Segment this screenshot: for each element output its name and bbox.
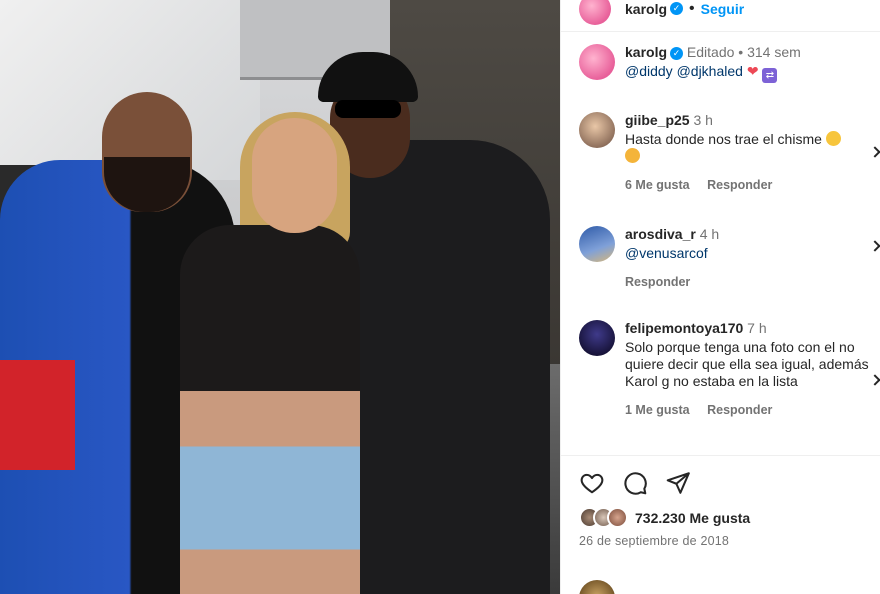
- caption: karolg ✓ Editado • 314 sem @diddy @djkhal…: [579, 44, 875, 83]
- comment-text: Solo porque tenga una foto con el no qui…: [625, 339, 869, 389]
- comment-item: giibe_p25 3 h Hasta donde nos trae el ch…: [579, 112, 880, 194]
- comment-time[interactable]: 7 h: [747, 320, 766, 336]
- comment-avatar[interactable]: [579, 320, 615, 356]
- comment-icon[interactable]: [622, 470, 648, 496]
- comment-username[interactable]: felipemontoya170: [625, 320, 743, 336]
- comment-likes[interactable]: 6 Me gusta: [625, 178, 690, 192]
- comment-likes[interactable]: 1 Me gusta: [625, 403, 690, 417]
- share-icon[interactable]: [665, 470, 691, 496]
- likes-count[interactable]: 732.230 Me gusta: [635, 510, 750, 526]
- follow-button[interactable]: Seguir: [701, 1, 745, 17]
- post-photo[interactable]: [0, 0, 560, 594]
- comment-avatar[interactable]: [579, 226, 615, 262]
- comment-avatar[interactable]: [579, 112, 615, 148]
- comment-time[interactable]: 4 h: [700, 226, 719, 242]
- heart-icon[interactable]: [579, 470, 605, 496]
- caption-username[interactable]: karolg: [625, 44, 667, 60]
- reply-button[interactable]: Responder: [625, 275, 690, 289]
- actions-divider: [561, 455, 880, 456]
- comment-item: arosdiva_r 4 h @venusarcof Responder: [579, 226, 880, 291]
- photo-person-center: [180, 225, 360, 594]
- verified-badge-icon: ✓: [670, 47, 684, 60]
- photo-person-left-head: [102, 92, 192, 212]
- comment-username[interactable]: giibe_p25: [625, 112, 690, 128]
- comment-time[interactable]: 3 h: [693, 112, 712, 128]
- caption-edited: Editado: [686, 44, 735, 60]
- caption-time[interactable]: 314 sem: [747, 44, 801, 60]
- reply-button[interactable]: Responder: [707, 403, 772, 417]
- header-username[interactable]: karolg: [625, 1, 667, 17]
- header-separator: •: [689, 0, 695, 17]
- post-header: karolg ✓ • Seguir: [561, 0, 880, 32]
- caption-mention-djkhaled[interactable]: @djkhaled: [677, 63, 743, 79]
- photo-person-right-glasses: [335, 100, 401, 118]
- scream-emoji-icon: [625, 148, 640, 163]
- likes-summary[interactable]: 732.230 Me gusta: [579, 507, 750, 528]
- verified-badge-icon: ✓: [670, 2, 684, 15]
- photo-person-center-head: [252, 118, 337, 233]
- current-user-avatar: [579, 580, 615, 594]
- comment-item: felipemontoya170 7 h Solo porque tenga u…: [579, 320, 880, 419]
- laughing-emoji-icon: [825, 131, 841, 146]
- reply-button[interactable]: Responder: [707, 178, 772, 192]
- heart-emoji-icon: ❤: [746, 63, 759, 79]
- arrows-emoji-icon: ⇄: [762, 68, 778, 83]
- comment-text: Hasta donde nos trae el chisme: [625, 131, 822, 147]
- liker-avatar: [607, 507, 628, 528]
- caption-mention-diddy[interactable]: @diddy: [625, 63, 673, 79]
- comment-text[interactable]: @venusarcof: [625, 245, 708, 261]
- caption-avatar[interactable]: [579, 44, 615, 80]
- caption-separator: •: [738, 44, 744, 60]
- comment-username[interactable]: arosdiva_r: [625, 226, 696, 242]
- post-date: 26 de septiembre de 2018: [579, 534, 730, 548]
- header-avatar[interactable]: [579, 0, 611, 25]
- photo-person-right: [330, 140, 550, 594]
- comments-panel: karolg ✓ • Seguir karolg ✓ Editado • 314 …: [560, 0, 880, 594]
- post-actions: [579, 470, 691, 496]
